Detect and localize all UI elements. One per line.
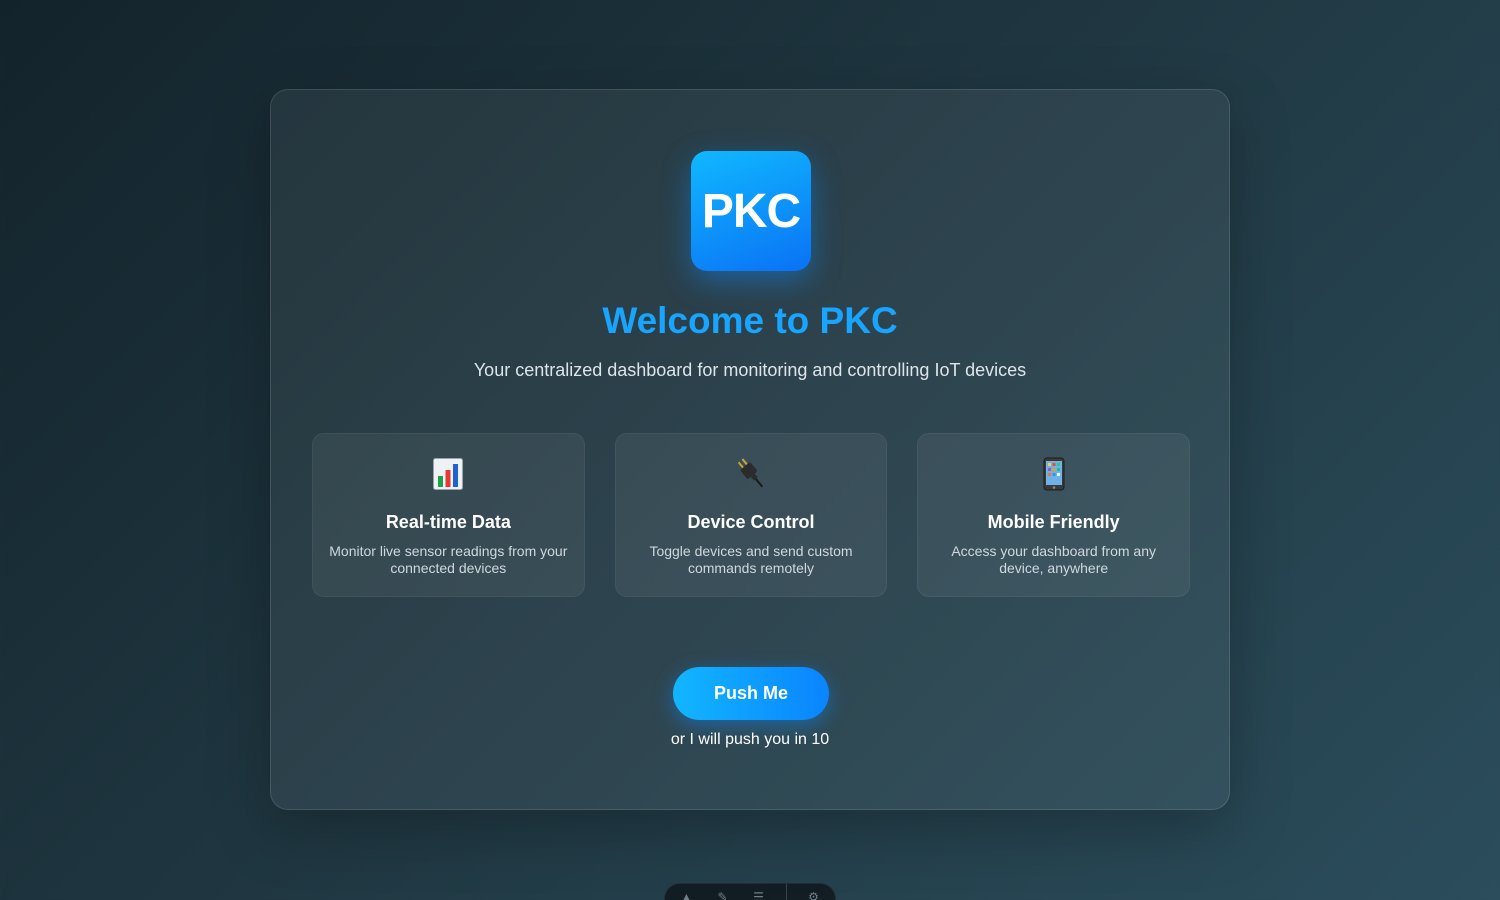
plug-icon: [616, 456, 887, 492]
gear-icon[interactable]: ⚙: [805, 891, 823, 900]
bar-chart-icon: [313, 456, 584, 492]
feature-title: Mobile Friendly: [987, 512, 1120, 532]
countdown-text: or I will push you in 10: [670, 731, 830, 748]
feature-description: Toggle devices and send custom commands …: [649, 543, 853, 576]
welcome-card: PKC Welcome to PKC Your centralized dash…: [270, 89, 1230, 810]
feature-description: Access your dashboard from any device, a…: [951, 543, 1156, 576]
pkc-logo: PKC: [691, 151, 811, 271]
mobile-phone-icon: [918, 456, 1189, 492]
bottom-toolbar: ▲ ✎ ☰ ⚙: [664, 883, 836, 900]
feature-card-realtime-data: Real-time Data Monitor live sensor readi…: [312, 433, 585, 597]
feature-title: Real-time Data: [385, 512, 511, 532]
page-title: Welcome to PKC: [602, 300, 898, 341]
feature-card-device-control: Device Control Toggle devices and send c…: [614, 433, 888, 597]
toolbar-divider: [785, 884, 787, 900]
menu-icon[interactable]: ☰: [750, 891, 768, 900]
feature-description: Monitor live sensor readings from your c…: [329, 543, 568, 576]
push-me-button[interactable]: Push Me: [673, 667, 829, 720]
page-subtitle: Your centralized dashboard for monitorin…: [473, 360, 1027, 380]
feature-card-mobile-friendly: Mobile Friendly Access your dashboard fr…: [917, 433, 1191, 597]
feature-title: Device Control: [687, 512, 815, 532]
feature-list: Real-time Data Monitor live sensor readi…: [312, 433, 1191, 597]
triangle-icon[interactable]: ▲: [678, 891, 696, 900]
pen-icon[interactable]: ✎: [714, 891, 732, 900]
